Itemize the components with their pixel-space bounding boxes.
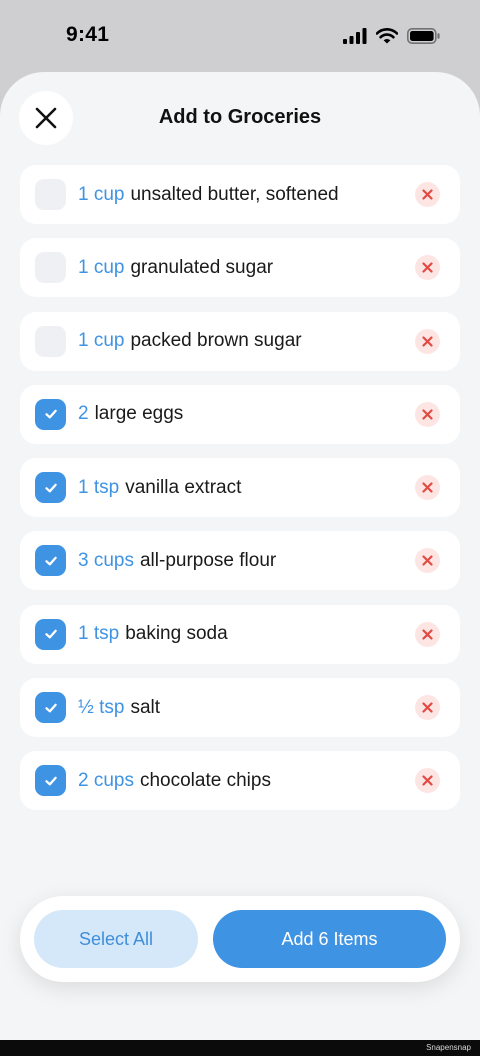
ingredient-name: baking soda xyxy=(125,623,228,645)
list-item[interactable]: 1 cup unsalted butter, softened xyxy=(20,165,460,224)
list-item[interactable]: 1 tsp baking soda xyxy=(20,604,460,664)
list-item[interactable]: 1 cup packed brown sugar xyxy=(20,311,460,371)
ingredient-text: 1 tsp vanilla extract xyxy=(78,477,415,499)
remove-x-icon xyxy=(422,555,433,567)
remove-x-icon xyxy=(422,335,433,347)
list-item[interactable]: 2 cups chocolate chips xyxy=(20,751,460,811)
ingredient-name: large eggs xyxy=(94,403,184,425)
checkbox-checked[interactable] xyxy=(35,398,66,430)
remove-x-icon xyxy=(422,189,433,200)
remove-item-button[interactable] xyxy=(415,475,440,501)
select-all-button[interactable]: Select All xyxy=(34,910,198,968)
remove-x-icon xyxy=(422,262,433,273)
list-item[interactable]: 2 large eggs xyxy=(20,384,460,444)
ingredient-name: chocolate chips xyxy=(139,769,271,791)
remove-x-icon xyxy=(422,629,433,640)
checkbox-checked[interactable] xyxy=(35,765,66,797)
ingredient-name: salt xyxy=(130,696,161,718)
remove-x-icon xyxy=(422,702,433,713)
phone-screen: 9:41 Add to Groceries 1 cup unsalted but… xyxy=(0,0,480,1056)
checkbox-unchecked[interactable] xyxy=(35,252,66,284)
sheet-title: Add to Groceries xyxy=(158,106,322,128)
ingredient-quantity: 3 cups xyxy=(78,549,134,571)
remove-x-icon xyxy=(422,482,433,493)
list-item[interactable]: ½ tsp salt xyxy=(20,678,460,738)
cellular-signal-icon xyxy=(343,28,367,44)
ingredient-quantity: ½ tsp xyxy=(78,696,125,718)
ingredient-text: 3 cups all-purpose flour xyxy=(78,550,415,572)
remove-item-button[interactable] xyxy=(415,768,440,794)
checkmark-icon xyxy=(44,703,57,713)
status-time: 9:41 xyxy=(66,23,110,46)
checkbox-unchecked[interactable] xyxy=(35,325,66,357)
ingredient-name: unsalted butter, softened xyxy=(130,183,339,205)
ingredient-list: 1 cup unsalted butter, softened 1 cup granu… xyxy=(20,165,460,825)
ingredient-text: 1 cup granulated sugar xyxy=(78,257,415,279)
ingredient-text: 2 large eggs xyxy=(78,403,415,425)
checkmark-icon xyxy=(44,483,57,493)
ingredient-text: ½ tsp salt xyxy=(78,697,415,719)
ingredient-text: 1 tsp baking soda xyxy=(78,623,415,645)
checkbox-unchecked[interactable] xyxy=(35,179,66,210)
ingredient-quantity: 2 xyxy=(78,403,89,425)
ingredient-text: 1 cup packed brown sugar xyxy=(78,330,415,352)
ingredient-name: packed brown sugar xyxy=(130,330,302,352)
checkmark-icon xyxy=(44,556,57,566)
remove-item-button[interactable] xyxy=(415,255,440,281)
remove-item-button[interactable] xyxy=(415,182,440,207)
checkmark-icon xyxy=(44,776,57,786)
remove-item-button[interactable] xyxy=(415,621,440,647)
checkmark-icon xyxy=(44,410,57,419)
checkmark-icon xyxy=(44,630,57,639)
ingredient-quantity: 1 tsp xyxy=(78,476,120,498)
ingredient-quantity: 1 tsp xyxy=(78,623,120,645)
remove-item-button[interactable] xyxy=(415,695,440,721)
remove-item-button[interactable] xyxy=(415,548,440,574)
status-bar: 9:41 xyxy=(0,0,480,72)
remove-item-button[interactable] xyxy=(415,328,440,354)
action-bar: Select All Add 6 Items xyxy=(20,896,460,982)
ingredient-quantity: 1 cup xyxy=(78,256,125,278)
ingredient-quantity: 1 cup xyxy=(78,183,125,205)
add-to-groceries-sheet: Add to Groceries 1 cup unsalted butter, s… xyxy=(0,72,480,1040)
battery-icon xyxy=(407,28,440,44)
ingredient-text: 1 cup unsalted butter, softened xyxy=(78,184,415,206)
watermark: Snapensnap xyxy=(0,1040,480,1056)
ingredient-quantity: 2 cups xyxy=(78,769,134,791)
ingredient-text: 2 cups chocolate chips xyxy=(78,770,415,792)
list-item[interactable]: 1 tsp vanilla extract xyxy=(20,458,460,518)
checkbox-checked[interactable] xyxy=(35,545,66,577)
ingredient-name: granulated sugar xyxy=(130,256,274,278)
checkbox-checked[interactable] xyxy=(35,618,66,650)
status-icons xyxy=(343,28,440,44)
checkbox-checked[interactable] xyxy=(35,692,66,724)
ingredient-name: all-purpose flour xyxy=(139,549,277,571)
remove-x-icon xyxy=(422,775,433,786)
remove-item-button[interactable] xyxy=(415,401,440,427)
remove-x-icon xyxy=(422,409,433,420)
add-items-button[interactable]: Add 6 Items xyxy=(213,910,446,968)
list-item[interactable]: 3 cups all-purpose flour xyxy=(20,531,460,591)
wifi-icon xyxy=(376,28,398,44)
checkbox-checked[interactable] xyxy=(35,472,66,504)
ingredient-quantity: 1 cup xyxy=(78,330,125,352)
list-item[interactable]: 1 cup granulated sugar xyxy=(20,238,460,298)
ingredient-name: vanilla extract xyxy=(125,476,242,498)
